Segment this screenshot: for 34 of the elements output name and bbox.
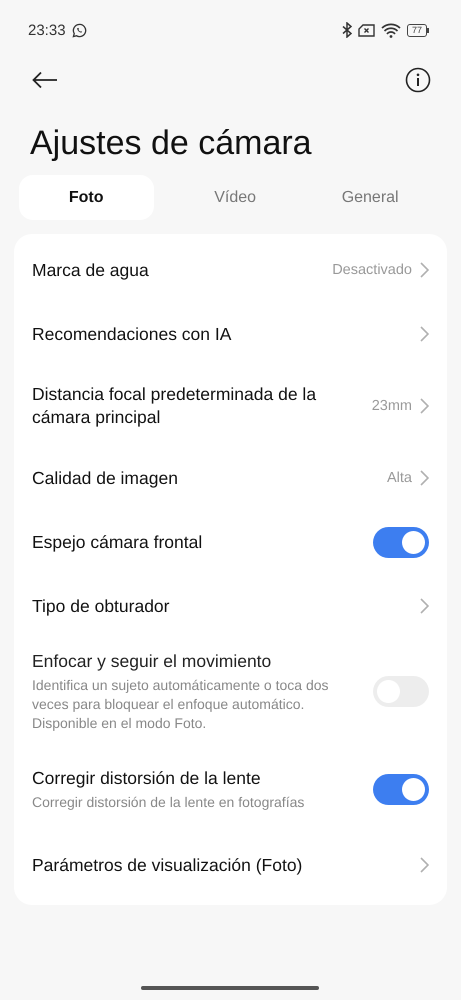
chevron-right-icon bbox=[420, 262, 429, 278]
tab[interactable]: Vídeo bbox=[168, 175, 303, 220]
bluetooth-icon bbox=[342, 22, 352, 38]
setting-label: Distancia focal predeterminada de la cámara principal bbox=[32, 383, 318, 429]
setting-label: Tipo de obturador bbox=[32, 594, 170, 618]
tab[interactable]: Foto bbox=[18, 175, 154, 220]
setting-label: Calidad de imagen bbox=[32, 466, 179, 490]
setting-value: 23mm bbox=[372, 398, 412, 414]
wifi-icon bbox=[380, 22, 401, 38]
toggle-switch[interactable] bbox=[373, 774, 429, 804]
toggle-switch[interactable] bbox=[373, 526, 429, 558]
setting-label: Marca de agua bbox=[32, 258, 150, 282]
chevron-right-icon bbox=[420, 398, 429, 414]
tab[interactable]: General bbox=[302, 175, 438, 220]
setting-description: Identifica un sujeto automáticamente o toca dos veces para bloquear el enfoque automático. Disponible en el modo Foto. bbox=[32, 676, 330, 733]
chevron-right-icon bbox=[420, 326, 429, 342]
info-icon[interactable] bbox=[405, 67, 431, 93]
chevron-right-icon bbox=[420, 470, 429, 486]
clock: 23:33 bbox=[28, 22, 66, 38]
chat-icon bbox=[72, 22, 87, 38]
setting-value: Desactivado bbox=[332, 262, 412, 278]
chevron-right-icon bbox=[420, 857, 429, 873]
setting-value: Alta bbox=[387, 470, 412, 486]
setting-label: Recomendaciones con IA bbox=[32, 322, 232, 346]
page-title: Ajustes de cámara bbox=[30, 123, 313, 164]
chevron-right-icon bbox=[420, 598, 429, 614]
battery-icon: 77 bbox=[406, 24, 429, 36]
setting-label: Enfocar y seguir el movimiento bbox=[32, 650, 272, 673]
sim-off-icon bbox=[358, 24, 375, 36]
setting-label: Espejo cámara frontal bbox=[32, 530, 204, 554]
setting-label: Corregir distorsión de la lente bbox=[32, 766, 262, 790]
setting-label: Parámetros de visualización (Foto) bbox=[32, 854, 304, 876]
setting-description: Corregir distorsión de la lente en fotografías bbox=[32, 792, 306, 812]
back-arrow-icon[interactable] bbox=[32, 71, 58, 89]
